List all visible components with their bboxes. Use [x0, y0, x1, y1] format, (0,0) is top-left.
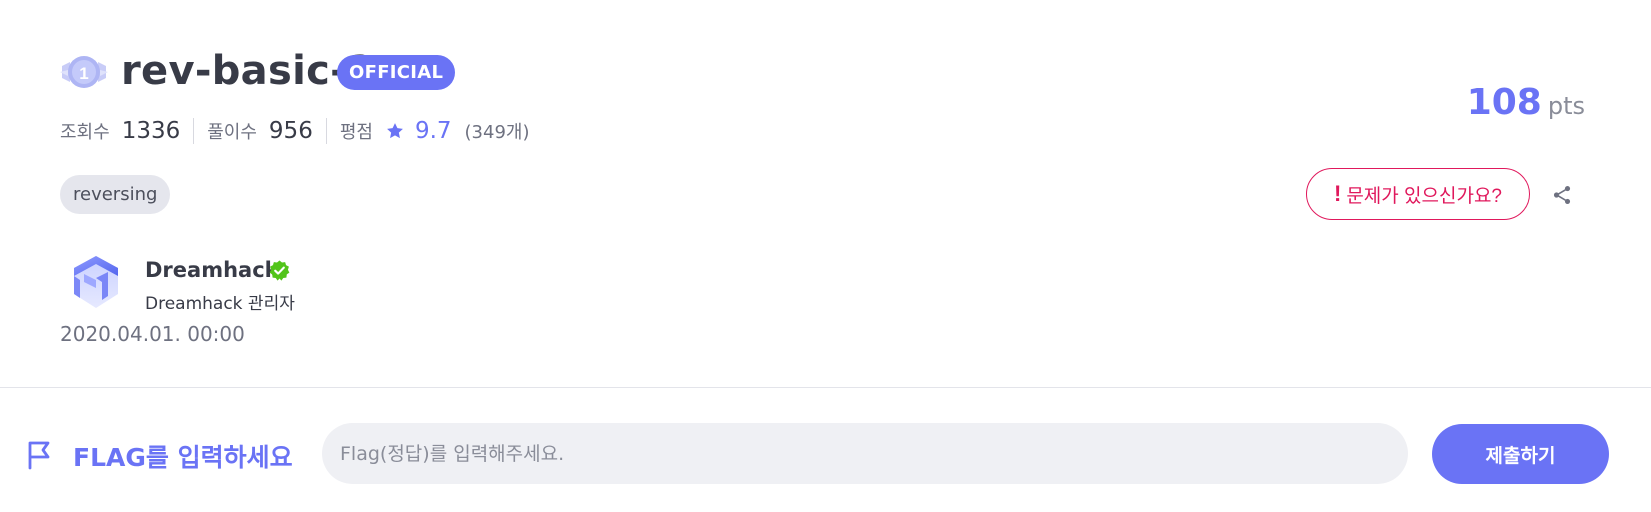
points-unit: pts: [1547, 92, 1585, 120]
section-divider: [0, 387, 1651, 388]
views-count: 1336: [121, 118, 181, 144]
stats-divider: [193, 118, 195, 144]
exclamation-icon: !: [1333, 181, 1342, 206]
report-issue-label: 문제가 있으신가요?: [1346, 185, 1502, 207]
views-label: 조회수: [60, 122, 110, 143]
challenge-header: 1 rev-basic-2 OFFICIAL 조회수 1336 풀이수 956 …: [0, 0, 1651, 388]
dreamhack-logo-icon[interactable]: [66, 252, 126, 312]
rating-count: (349개): [464, 122, 530, 143]
author-name[interactable]: Dreamhack: [145, 258, 279, 282]
flag-label: FLAG를 입력하세요: [73, 443, 293, 472]
star-icon: [387, 123, 403, 139]
level-number: 1: [79, 64, 88, 83]
author-role: Dreamhack 관리자: [145, 294, 295, 314]
points-value: 108: [1466, 82, 1542, 123]
tag-reversing[interactable]: reversing: [60, 175, 171, 214]
rating-value: 9.7: [414, 118, 452, 144]
flag-icon: [28, 441, 50, 470]
level-badge-icon: 1: [60, 56, 108, 88]
rating-label: 평점: [339, 122, 373, 143]
share-icon[interactable]: [1551, 184, 1573, 206]
flag-input[interactable]: [322, 423, 1408, 484]
verified-icon: [269, 260, 290, 281]
stats-divider: [325, 118, 327, 144]
challenge-stats: 조회수 1336 풀이수 956 평점 9.7 (349개): [60, 116, 530, 146]
points: 108 pts: [1467, 82, 1585, 123]
official-badge: OFFICIAL: [337, 55, 456, 90]
report-issue-button[interactable]: ! 문제가 있으신가요?: [1306, 168, 1530, 220]
solves-count: 956: [268, 118, 313, 144]
solves-label: 풀이수: [207, 122, 257, 143]
submit-button[interactable]: 제출하기: [1432, 424, 1609, 484]
created-date: 2020.04.01. 00:00: [60, 322, 245, 346]
